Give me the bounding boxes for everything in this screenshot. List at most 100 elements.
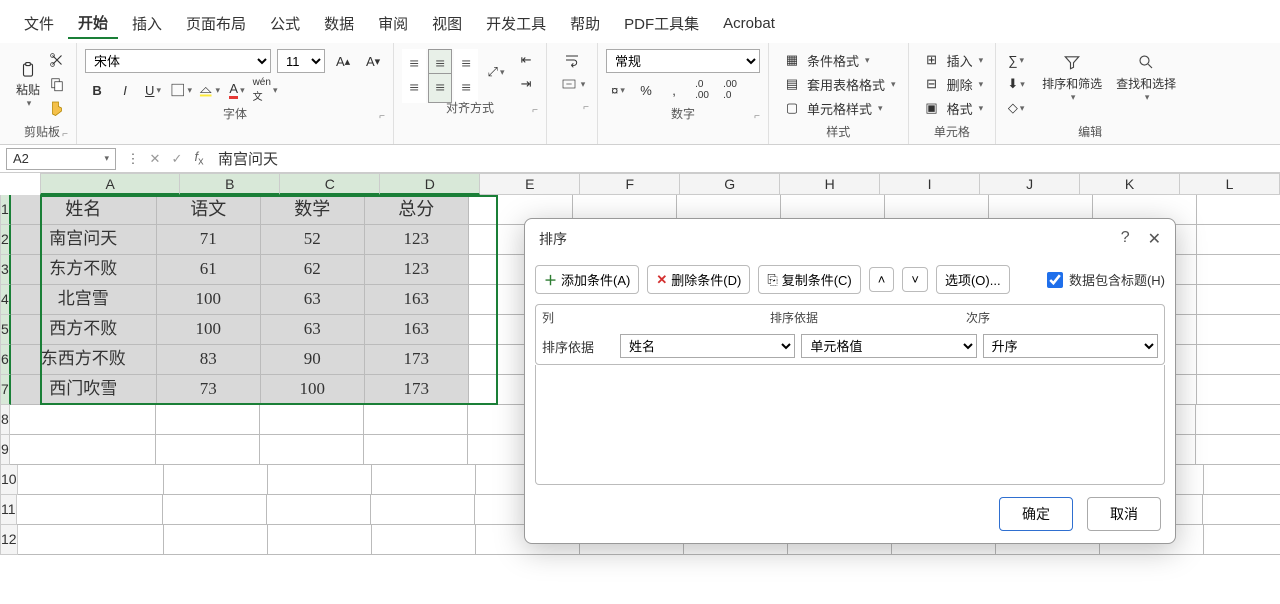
options-button[interactable]: 选项(O)... — [936, 265, 1010, 294]
tab-数据[interactable]: 数据 — [314, 9, 364, 38]
row-header-5[interactable]: 5 — [0, 315, 11, 345]
cell-L5[interactable] — [1197, 315, 1280, 345]
col-header-C[interactable]: C — [280, 173, 380, 195]
border-button[interactable]: ▾ — [169, 79, 193, 101]
col-header-D[interactable]: D — [380, 173, 480, 195]
cell-B3[interactable]: 61 — [157, 255, 261, 285]
cell-C5[interactable]: 63 — [261, 315, 365, 345]
row-header-1[interactable]: 1 — [0, 195, 11, 225]
underline-button[interactable]: U▾ — [141, 79, 165, 101]
ok-button[interactable]: 确定 — [999, 497, 1073, 531]
tab-视图[interactable]: 视图 — [422, 9, 472, 38]
copy-condition-button[interactable]: ⎘复制条件(C) — [758, 265, 860, 294]
percent-button[interactable]: % — [634, 79, 658, 101]
conditional-format-button[interactable]: ▦条件格式▾ — [777, 49, 900, 71]
row-header-10[interactable]: 10 — [0, 465, 18, 495]
cell-A3[interactable]: 东方不败 — [11, 255, 157, 285]
sort-basis-select[interactable]: 单元格值 — [801, 334, 976, 358]
formula-dropdown-icon[interactable]: ⋮ — [122, 151, 144, 167]
tab-文件[interactable]: 文件 — [14, 9, 64, 38]
copy-icon[interactable] — [46, 73, 68, 95]
tab-公式[interactable]: 公式 — [260, 9, 310, 38]
delete-condition-button[interactable]: ✕删除条件(D) — [647, 265, 750, 294]
fill-color-button[interactable]: ▾ — [197, 79, 221, 101]
close-icon[interactable]: ✕ — [1148, 229, 1161, 249]
cell-D9[interactable] — [364, 435, 468, 465]
clear-button[interactable]: ◇▾ — [1004, 97, 1028, 119]
accept-formula-icon[interactable]: ✓ — [166, 151, 188, 167]
font-name-select[interactable]: 宋体 — [85, 49, 271, 73]
col-header-H[interactable]: H — [780, 173, 880, 195]
font-size-select[interactable]: 11 — [277, 49, 325, 73]
row-header-8[interactable]: 8 — [0, 405, 10, 435]
comma-button[interactable]: , — [662, 79, 686, 101]
increase-decimal-button[interactable]: .0.00 — [690, 79, 714, 101]
cell-L2[interactable] — [1197, 225, 1280, 255]
dialog-launcher-icon[interactable]: ⌐ — [379, 111, 385, 122]
format-cells-button[interactable]: ▣格式▾ — [917, 97, 988, 119]
cell-B6[interactable]: 83 — [157, 345, 261, 375]
cell-C1[interactable]: 数学 — [261, 195, 365, 225]
col-header-A[interactable]: A — [40, 173, 180, 195]
font-color-button[interactable]: A▾ — [225, 79, 249, 101]
col-header-F[interactable]: F — [580, 173, 680, 195]
cell-style-button[interactable]: ▢单元格样式▾ — [777, 97, 900, 119]
number-format-select[interactable]: 常规 — [606, 49, 760, 73]
cell-C8[interactable] — [260, 405, 364, 435]
cell-L11[interactable] — [1203, 495, 1280, 525]
has-header-checkbox[interactable]: 数据包含标题(H) — [1047, 270, 1165, 289]
cancel-formula-icon[interactable]: ✕ — [144, 151, 166, 167]
cell-B1[interactable]: 语文 — [157, 195, 261, 225]
cell-L7[interactable] — [1197, 375, 1280, 405]
cell-L1[interactable] — [1197, 195, 1280, 225]
cell-B4[interactable]: 100 — [157, 285, 261, 315]
decrease-indent-button[interactable]: ⇤ — [514, 49, 538, 71]
cell-D8[interactable] — [364, 405, 468, 435]
phonetic-button[interactable]: wén文▾ — [253, 79, 277, 101]
tab-帮助[interactable]: 帮助 — [560, 9, 610, 38]
cell-B10[interactable] — [164, 465, 268, 495]
cell-B8[interactable] — [156, 405, 260, 435]
cell-D2[interactable]: 123 — [365, 225, 469, 255]
row-header-4[interactable]: 4 — [0, 285, 11, 315]
help-icon[interactable]: ? — [1121, 229, 1130, 249]
add-condition-button[interactable]: ＋添加条件(A) — [535, 265, 639, 294]
cell-L12[interactable] — [1204, 525, 1280, 555]
cell-A1[interactable]: 姓名 — [11, 195, 157, 225]
fill-button[interactable]: ⬇▾ — [1004, 73, 1028, 95]
cancel-button[interactable]: 取消 — [1087, 497, 1161, 531]
row-header-9[interactable]: 9 — [0, 435, 10, 465]
cell-D5[interactable]: 163 — [365, 315, 469, 345]
dialog-launcher-icon[interactable]: ⌐ — [62, 129, 68, 140]
italic-button[interactable]: I — [113, 79, 137, 101]
dialog-launcher-icon[interactable]: ⌐ — [532, 105, 538, 116]
cell-L8[interactable] — [1196, 405, 1280, 435]
cell-D1[interactable]: 总分 — [365, 195, 469, 225]
row-header-7[interactable]: 7 — [0, 375, 11, 405]
delete-cells-button[interactable]: ⊟删除▾ — [917, 73, 988, 95]
decrease-decimal-button[interactable]: .00.0 — [718, 79, 742, 101]
name-box[interactable]: A2▾ — [6, 148, 116, 170]
cell-L6[interactable] — [1197, 345, 1280, 375]
cell-C6[interactable]: 90 — [261, 345, 365, 375]
row-header-3[interactable]: 3 — [0, 255, 11, 285]
move-down-button[interactable]: ˅ — [902, 267, 928, 292]
cell-L9[interactable] — [1196, 435, 1280, 465]
cell-A11[interactable] — [17, 495, 163, 525]
format-painter-icon[interactable] — [46, 97, 68, 119]
fx-icon[interactable]: fx — [188, 149, 210, 168]
cell-C3[interactable]: 62 — [261, 255, 365, 285]
cell-B2[interactable]: 71 — [157, 225, 261, 255]
cell-A10[interactable] — [18, 465, 164, 495]
tab-审阅[interactable]: 审阅 — [368, 9, 418, 38]
autosum-button[interactable]: ∑▾ — [1004, 49, 1028, 71]
bold-button[interactable]: B — [85, 79, 109, 101]
sort-filter-icon[interactable] — [1057, 49, 1087, 75]
tab-开发工具[interactable]: 开发工具 — [476, 9, 556, 38]
cell-B12[interactable] — [164, 525, 268, 555]
paste-label[interactable]: 粘贴 — [16, 81, 40, 98]
cell-L10[interactable] — [1204, 465, 1280, 495]
cell-A2[interactable]: 南宫问天 — [11, 225, 157, 255]
cell-A7[interactable]: 西门吹雪 — [11, 375, 157, 405]
row-header-11[interactable]: 11 — [0, 495, 17, 525]
